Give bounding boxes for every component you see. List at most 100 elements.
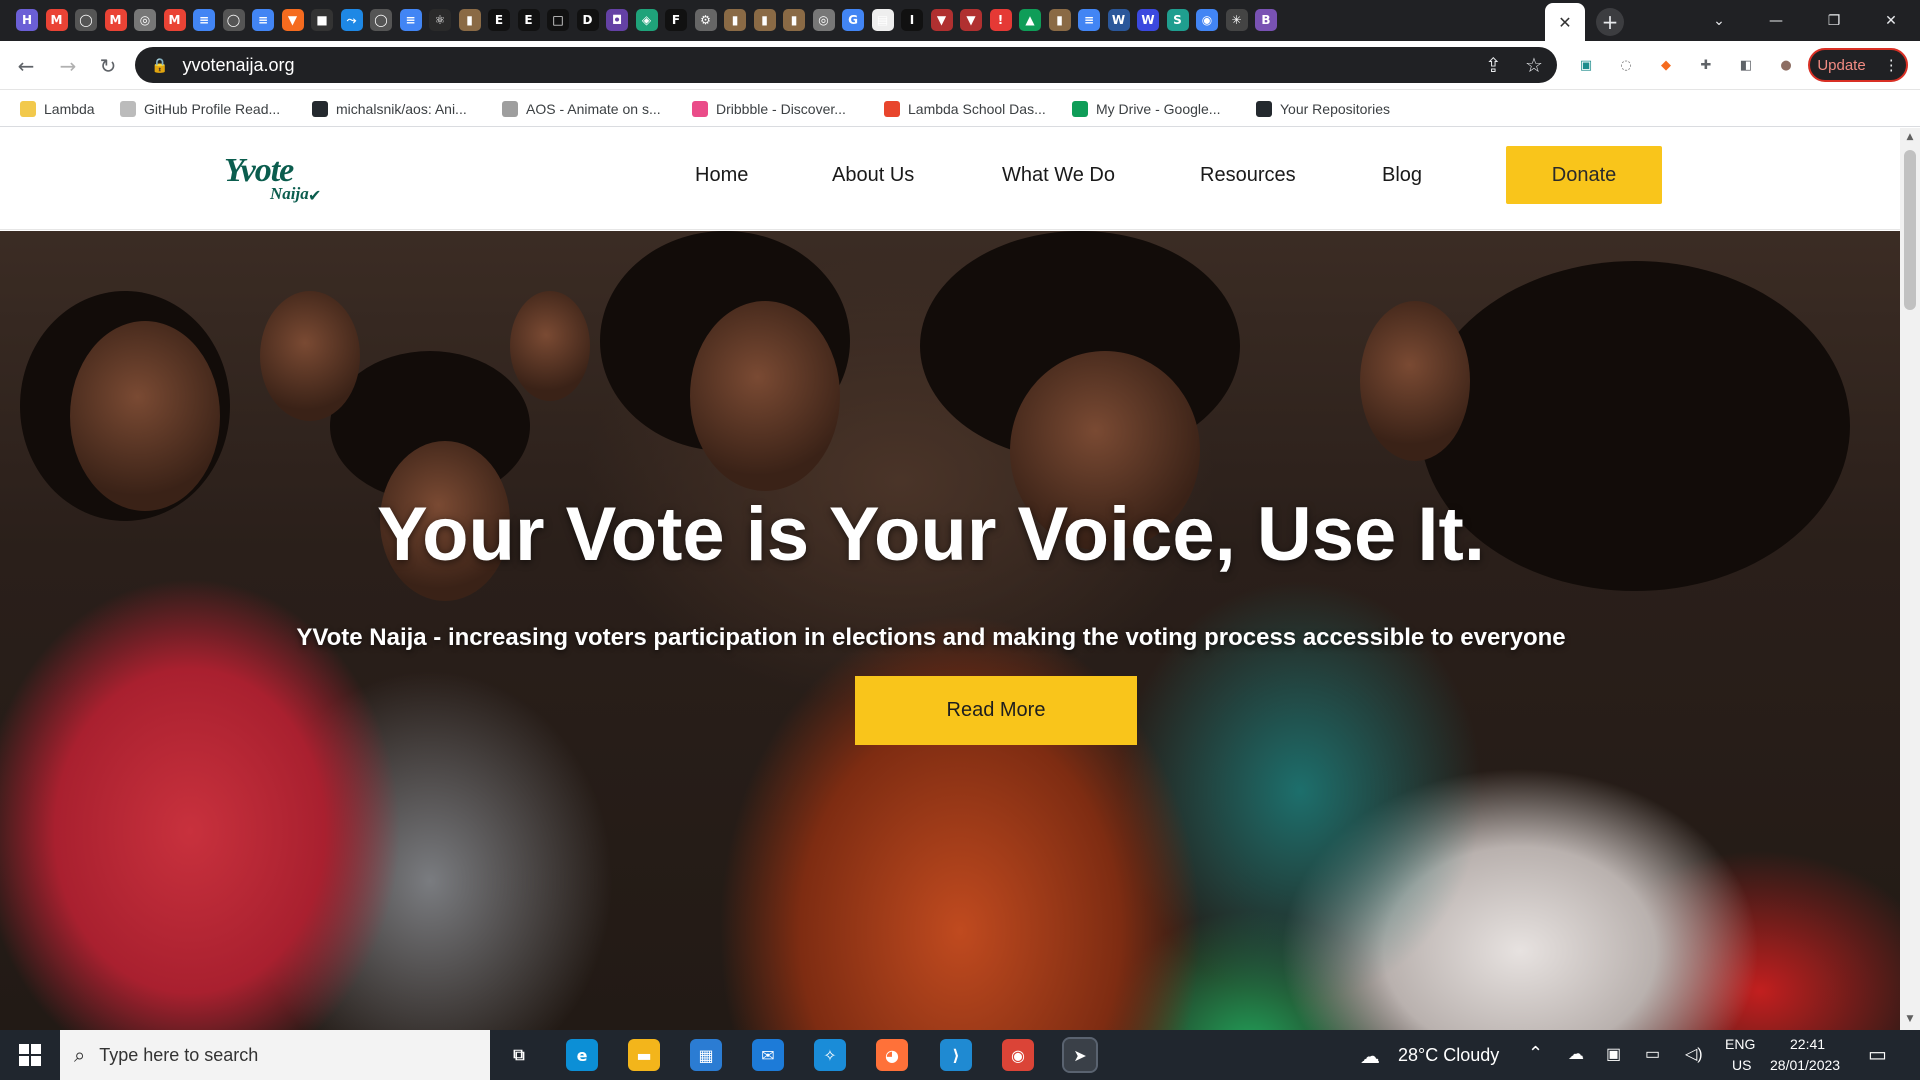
- word-icon[interactable]: W: [1137, 9, 1159, 31]
- close-window-button[interactable]: ✕: [1862, 0, 1920, 41]
- reload-button[interactable]: ↻: [92, 50, 124, 82]
- firefox-icon[interactable]: ◕: [876, 1039, 908, 1071]
- donate-button[interactable]: Donate: [1506, 146, 1662, 204]
- e-icon[interactable]: E: [488, 9, 510, 31]
- brave-extension-icon[interactable]: ◆: [1654, 53, 1678, 77]
- bookmark-item[interactable]: GitHub Profile Read...: [120, 90, 280, 127]
- volume-icon[interactable]: ◁): [1685, 1044, 1703, 1064]
- react-icon[interactable]: ⚛: [429, 9, 451, 31]
- mail-icon[interactable]: ✉: [752, 1039, 784, 1071]
- display-icon[interactable]: ▣: [1606, 1044, 1621, 1064]
- alert-icon[interactable]: !: [989, 9, 1012, 31]
- docs-icon[interactable]: ≡: [193, 9, 215, 31]
- bootstrap-icon[interactable]: B: [1255, 9, 1277, 31]
- region-indicator[interactable]: US: [1732, 1057, 1751, 1073]
- clock-time[interactable]: 22:41: [1790, 1036, 1825, 1052]
- notifications-icon[interactable]: ▭: [1868, 1042, 1887, 1067]
- maximize-button[interactable]: ❐: [1805, 0, 1863, 41]
- extension-circle-icon[interactable]: ◌: [1614, 53, 1638, 77]
- gmail-icon[interactable]: M: [45, 9, 68, 31]
- lock-icon[interactable]: 🔒: [151, 57, 168, 74]
- tab-icon[interactable]: ■: [311, 9, 333, 31]
- nav-resources[interactable]: Resources: [1200, 164, 1296, 187]
- scrollbar-thumb[interactable]: [1904, 150, 1916, 310]
- taskbar-search[interactable]: ⌕ Type here to search: [60, 1030, 490, 1080]
- bookmark-item[interactable]: Lambda School Das...: [884, 90, 1046, 127]
- tab-search-dropdown-icon[interactable]: ⌄: [1690, 0, 1748, 41]
- github-icon[interactable]: ◯: [222, 9, 245, 31]
- task-view-icon[interactable]: ⧉: [503, 1039, 535, 1071]
- code-icon[interactable]: ⤳: [340, 9, 363, 31]
- brave-icon[interactable]: ▼: [930, 9, 953, 31]
- update-button[interactable]: Update ⋮: [1808, 48, 1908, 82]
- bookmark-item[interactable]: Your Repositories: [1256, 90, 1390, 127]
- drive-icon[interactable]: ▲: [1019, 9, 1041, 31]
- nav-home[interactable]: Home: [695, 164, 748, 187]
- scroll-up-arrow-icon[interactable]: ▲: [1904, 132, 1916, 144]
- battery-icon[interactable]: ▭: [1645, 1044, 1660, 1064]
- square-icon[interactable]: □: [547, 9, 569, 31]
- gear-icon[interactable]: ⚙: [694, 9, 717, 31]
- new-tab-button[interactable]: +: [1596, 8, 1624, 36]
- notion-icon[interactable]: ▮: [724, 9, 746, 31]
- docs-icon[interactable]: ≡: [252, 9, 274, 31]
- start-button[interactable]: [0, 1030, 60, 1080]
- clock-date[interactable]: 28/01/2023: [1770, 1057, 1840, 1073]
- cloud-icon[interactable]: ☁: [1360, 1044, 1380, 1069]
- bookmark-item[interactable]: michalsnik/aos: Ani...: [312, 90, 467, 127]
- bookmark-item[interactable]: Dribbble - Discover...: [692, 90, 846, 127]
- address-bar[interactable]: 🔒 yvotenaija.org ⇪ ☆: [135, 47, 1557, 83]
- weather-text[interactable]: 28°C Cloudy: [1398, 1045, 1499, 1066]
- gmail-icon[interactable]: M: [163, 9, 186, 31]
- bookmark-item[interactable]: My Drive - Google...: [1072, 90, 1220, 127]
- onedrive-icon[interactable]: ☁: [1568, 1044, 1584, 1064]
- gmail-icon[interactable]: M: [104, 9, 127, 31]
- menu-kebab-icon[interactable]: ⋮: [1884, 56, 1899, 74]
- profile-avatar[interactable]: ●: [1774, 53, 1798, 77]
- notion-icon[interactable]: ▮: [1048, 9, 1071, 31]
- minimize-button[interactable]: —: [1747, 0, 1805, 41]
- globe-icon[interactable]: ◎: [134, 9, 156, 31]
- s-icon[interactable]: S: [1166, 9, 1189, 31]
- notion-icon[interactable]: ▮: [753, 9, 776, 31]
- store-icon[interactable]: ▦: [690, 1039, 722, 1071]
- back-button[interactable]: ←: [10, 50, 42, 82]
- active-tab[interactable]: ✕: [1545, 3, 1585, 41]
- read-more-button[interactable]: Read More: [855, 676, 1137, 745]
- chevron-up-icon[interactable]: ⌃: [1528, 1043, 1543, 1064]
- brave-icon[interactable]: ▼: [281, 9, 304, 31]
- safari-icon[interactable]: ✧: [814, 1039, 846, 1071]
- page-icon[interactable]: ▤: [871, 9, 894, 31]
- bookmark-item[interactable]: Lambda: [20, 90, 95, 127]
- hashnode-icon[interactable]: H: [16, 9, 38, 31]
- onlyfans-icon[interactable]: F: [665, 9, 687, 31]
- settings-icon[interactable]: ✳: [1225, 9, 1248, 31]
- language-indicator[interactable]: ENG: [1725, 1036, 1755, 1052]
- nav-what-we-do[interactable]: What We Do: [1002, 164, 1115, 187]
- share-icon[interactable]: ⇪: [1485, 53, 1502, 77]
- docs-icon[interactable]: ≡: [399, 9, 422, 31]
- page-scrollbar[interactable]: ▲ ▼: [1900, 128, 1920, 1030]
- notion-icon[interactable]: ▮: [458, 9, 481, 31]
- tab-close-icon[interactable]: ✕: [1558, 13, 1571, 32]
- nav-about-us[interactable]: About Us: [832, 164, 914, 187]
- twitch-icon[interactable]: ◘: [606, 9, 628, 31]
- pointer-app-icon[interactable]: ➤: [1062, 1037, 1098, 1073]
- bookmark-star-icon[interactable]: ☆: [1525, 53, 1543, 77]
- url-text[interactable]: yvotenaija.org: [182, 55, 294, 76]
- docs-icon[interactable]: ≡: [1078, 9, 1100, 31]
- bookmark-item[interactable]: AOS - Animate on s...: [502, 90, 661, 127]
- dev-icon[interactable]: D: [576, 9, 599, 31]
- e-icon[interactable]: E: [517, 9, 540, 31]
- site-logo[interactable]: Yvote Naija ✔: [222, 144, 332, 214]
- io-icon[interactable]: I: [901, 9, 923, 31]
- notion-icon[interactable]: ▮: [783, 9, 805, 31]
- chrome-icon[interactable]: ◉: [1196, 9, 1218, 31]
- google-icon[interactable]: G: [842, 9, 864, 31]
- github-icon[interactable]: ◯: [370, 9, 392, 31]
- word-icon[interactable]: W: [1107, 9, 1130, 31]
- edge-icon[interactable]: e: [566, 1039, 598, 1071]
- globe-icon[interactable]: ◎: [812, 9, 835, 31]
- layers-icon[interactable]: ◈: [635, 9, 658, 31]
- scroll-down-arrow-icon[interactable]: ▼: [1904, 1014, 1916, 1026]
